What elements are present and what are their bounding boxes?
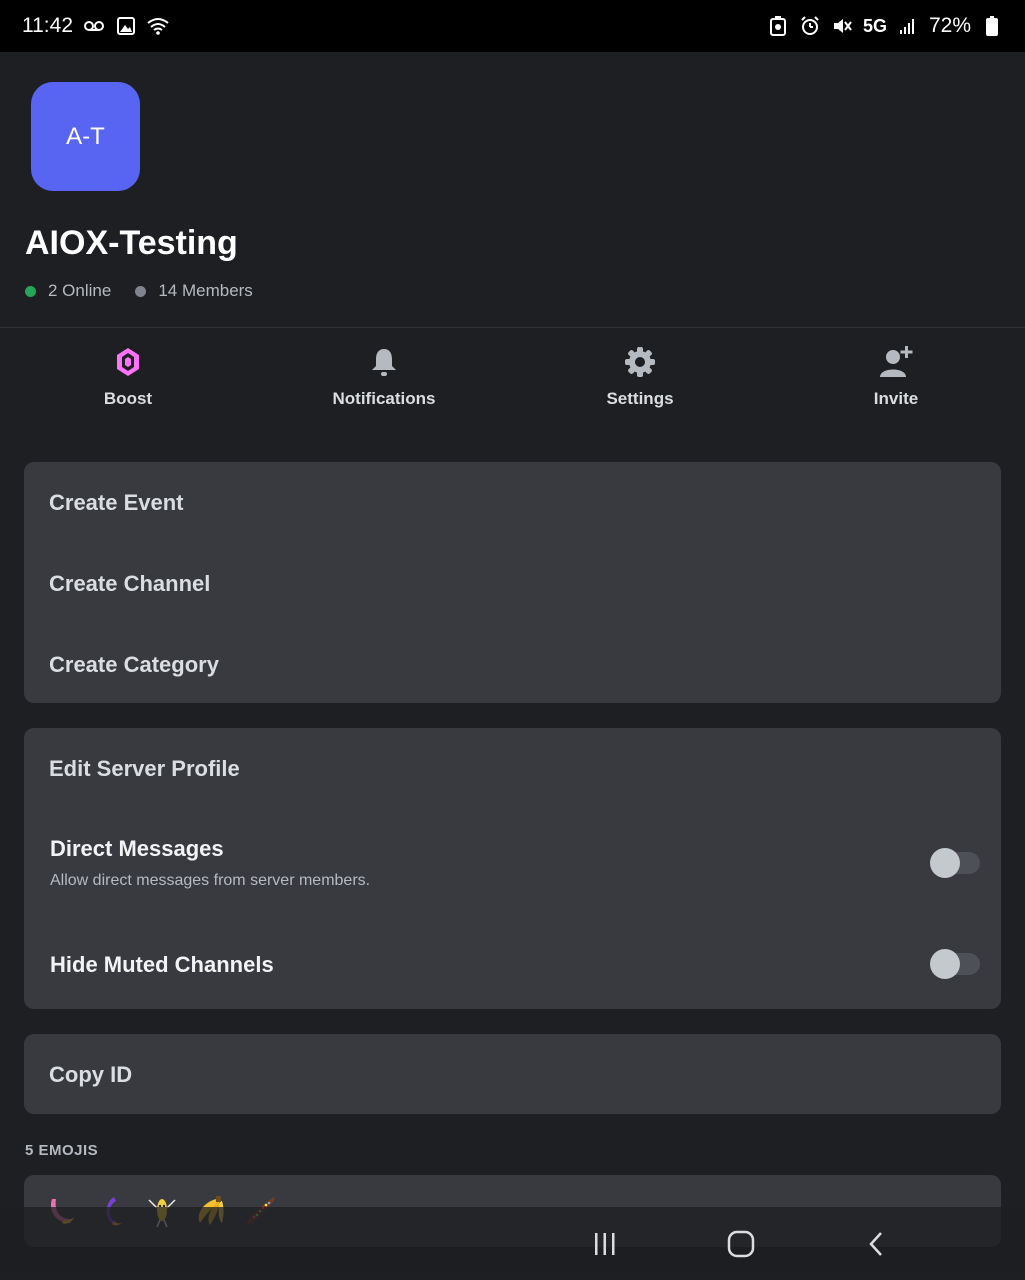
online-dot-icon bbox=[25, 285, 36, 297]
status-bar-left: 11:42 bbox=[22, 14, 169, 38]
edit-server-profile-item[interactable]: Edit Server Profile bbox=[49, 756, 240, 782]
boost-label: Boost bbox=[103, 389, 153, 408]
bell-icon bbox=[372, 349, 396, 376]
settings-button[interactable]: Settings bbox=[550, 345, 730, 409]
status-bar-right: 5G 72% bbox=[767, 14, 1003, 38]
profile-menu-card: Edit Server Profile Direct Messages Allo… bbox=[24, 728, 1001, 1009]
boost-icon bbox=[117, 348, 139, 376]
direct-messages-toggle[interactable] bbox=[930, 848, 980, 878]
home-icon[interactable] bbox=[724, 1227, 758, 1261]
invite-label: Invite bbox=[873, 389, 919, 408]
server-icon-text: A-T bbox=[66, 122, 105, 150]
copy-id-card: Copy ID bbox=[24, 1034, 1001, 1114]
gallery-icon bbox=[115, 15, 137, 37]
status-bar: 11:42 5G 72% bbox=[0, 0, 1025, 52]
voicemail-icon bbox=[83, 15, 105, 37]
hide-muted-channels-toggle[interactable] bbox=[930, 949, 980, 979]
battery-saver-icon bbox=[767, 15, 789, 37]
wifi-icon bbox=[147, 15, 169, 37]
boost-button[interactable]: Boost bbox=[38, 345, 218, 409]
recent-apps-icon[interactable] bbox=[588, 1227, 622, 1261]
emojis-section-label: 5 EMOJIS bbox=[25, 1142, 99, 1159]
clock: 11:42 bbox=[22, 14, 73, 37]
online-label: 2 Online bbox=[48, 281, 112, 300]
invite-button[interactable]: Invite bbox=[806, 345, 986, 409]
create-event-item[interactable]: Create Event bbox=[49, 490, 184, 516]
members-label: 14 Members bbox=[158, 281, 253, 300]
direct-messages-row[interactable]: Direct Messages Allow direct messages fr… bbox=[50, 836, 980, 890]
battery-percent: 72% bbox=[928, 14, 971, 37]
header-divider bbox=[0, 327, 1025, 328]
back-icon[interactable] bbox=[860, 1227, 894, 1261]
server-actions: Boost Notifications Settings Invite bbox=[0, 345, 1025, 425]
mute-icon bbox=[831, 15, 853, 37]
add-user-icon bbox=[880, 346, 913, 377]
server-icon[interactable]: A-T bbox=[31, 82, 140, 191]
create-category-item[interactable]: Create Category bbox=[49, 652, 219, 678]
server-stats: 2 Online 14 Members bbox=[25, 281, 253, 301]
online-count: 2 Online bbox=[25, 281, 111, 301]
gear-icon bbox=[625, 347, 655, 377]
toggle-knob bbox=[930, 949, 960, 979]
network-type: 5G bbox=[862, 15, 887, 36]
system-nav-bar bbox=[0, 1207, 1025, 1280]
hide-muted-channels-row[interactable]: Hide Muted Channels bbox=[50, 949, 980, 979]
members-dot-icon bbox=[135, 285, 147, 297]
server-name: AIOX-Testing bbox=[25, 224, 238, 262]
direct-messages-title: Direct Messages bbox=[50, 836, 224, 861]
create-channel-item[interactable]: Create Channel bbox=[49, 571, 210, 597]
member-count: 14 Members bbox=[135, 281, 253, 301]
settings-label: Settings bbox=[606, 389, 674, 408]
battery-icon bbox=[981, 15, 1003, 37]
toggle-knob bbox=[930, 848, 960, 878]
notifications-button[interactable]: Notifications bbox=[294, 345, 474, 409]
create-menu-card: Create Event Create Channel Create Categ… bbox=[24, 462, 1001, 703]
hide-muted-channels-title: Hide Muted Channels bbox=[50, 952, 274, 977]
direct-messages-subtitle: Allow direct messages from server member… bbox=[50, 872, 371, 889]
notifications-label: Notifications bbox=[332, 389, 436, 408]
alarm-icon bbox=[799, 15, 821, 37]
copy-id-item[interactable]: Copy ID bbox=[49, 1062, 132, 1088]
signal-icon bbox=[897, 15, 919, 37]
